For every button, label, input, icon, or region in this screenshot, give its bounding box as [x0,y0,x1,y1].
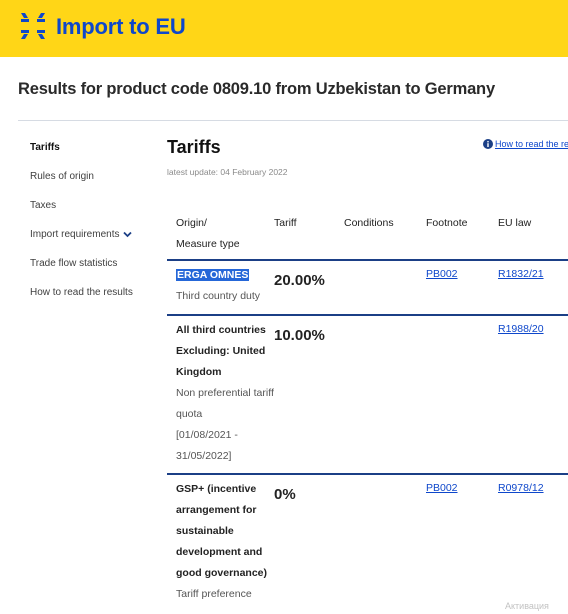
chevron-down-icon [123,231,133,238]
table-row-origin: All third countries Excluding: United Ki… [176,320,276,467]
header-banner: Import to EU [0,0,568,57]
measure-type-line: [01/08/2021 - [176,429,238,441]
origin-name-line: sustainable [176,525,234,537]
tariff-value: 0% [274,486,296,503]
origin-name-line: All third countries [176,324,266,336]
tariff-value: 10.00% [274,327,325,344]
origin-name-selected[interactable]: ERGA OMNES [176,269,250,281]
measure-type: Tariff preference [176,588,252,600]
table-row-origin: GSP+ (incentive arrangement for sustaina… [176,479,276,605]
column-header-conditions: Conditions [344,217,394,229]
measure-type-line: Non preferential tariff [176,387,274,399]
latest-update: latest update: 04 February 2022 [167,167,288,177]
tariff-value: 20.00% [274,272,325,289]
table-row-origin: ERGA OMNES Third country duty [176,265,276,307]
column-header-eu-law: EU law [498,217,532,229]
eu-arrows-logo-icon [21,13,45,39]
origin-name-line: arrangement for [176,504,257,516]
page-title: Results for product code 0809.10 from Uz… [18,80,495,98]
sidebar-item-rules-of-origin[interactable]: Rules of origin [30,171,150,182]
row-divider [167,473,568,475]
eu-law-link[interactable]: R1832/21 [498,268,544,280]
sidebar-item-trade-flow-statistics[interactable]: Trade flow statistics [30,258,150,269]
eu-law-link[interactable]: R1988/20 [498,323,544,335]
measure-type-line: quota [176,408,203,420]
measure-type-line: 31/05/2022] [176,450,232,462]
sidebar-item-import-requirements[interactable]: Import requirements [30,229,150,240]
section-title: Tariffs [167,137,221,157]
sidebar-item-taxes[interactable]: Taxes [30,200,150,211]
how-to-read-link[interactable]: How to read the results [495,139,568,149]
activation-watermark: Активация [505,601,549,611]
sidebar-item-tariffs[interactable]: Tariffs [30,142,150,153]
sidebar-item-label: Import requirements [30,229,120,240]
divider [18,120,568,121]
app-title[interactable]: Import to EU [56,14,186,40]
eu-law-link[interactable]: R0978/12 [498,482,544,494]
row-divider [167,314,568,316]
footnote-link[interactable]: PB002 [426,482,458,494]
column-header-tariff: Tariff [274,217,297,229]
column-header-footnote: Footnote [426,217,468,229]
info-icon [483,139,493,149]
column-header-origin-line2: Measure type [176,238,240,250]
sidebar-item-how-to-read[interactable]: How to read the results [30,287,150,298]
column-header-origin-line1: Origin/ [176,217,207,229]
origin-name-line: Excluding: United [176,345,266,357]
origin-name-line: development and [176,546,263,558]
footnote-link[interactable]: PB002 [426,268,458,280]
row-divider [167,259,568,261]
origin-name-line: Kingdom [176,366,222,378]
column-header-origin: Origin/ Measure type [176,213,240,255]
origin-name-line: good governance) [176,567,268,579]
measure-type: Third country duty [176,290,261,302]
origin-name-line: GSP+ (incentive [176,483,257,495]
sidebar-nav: Tariffs Rules of origin Taxes Import req… [30,142,150,316]
